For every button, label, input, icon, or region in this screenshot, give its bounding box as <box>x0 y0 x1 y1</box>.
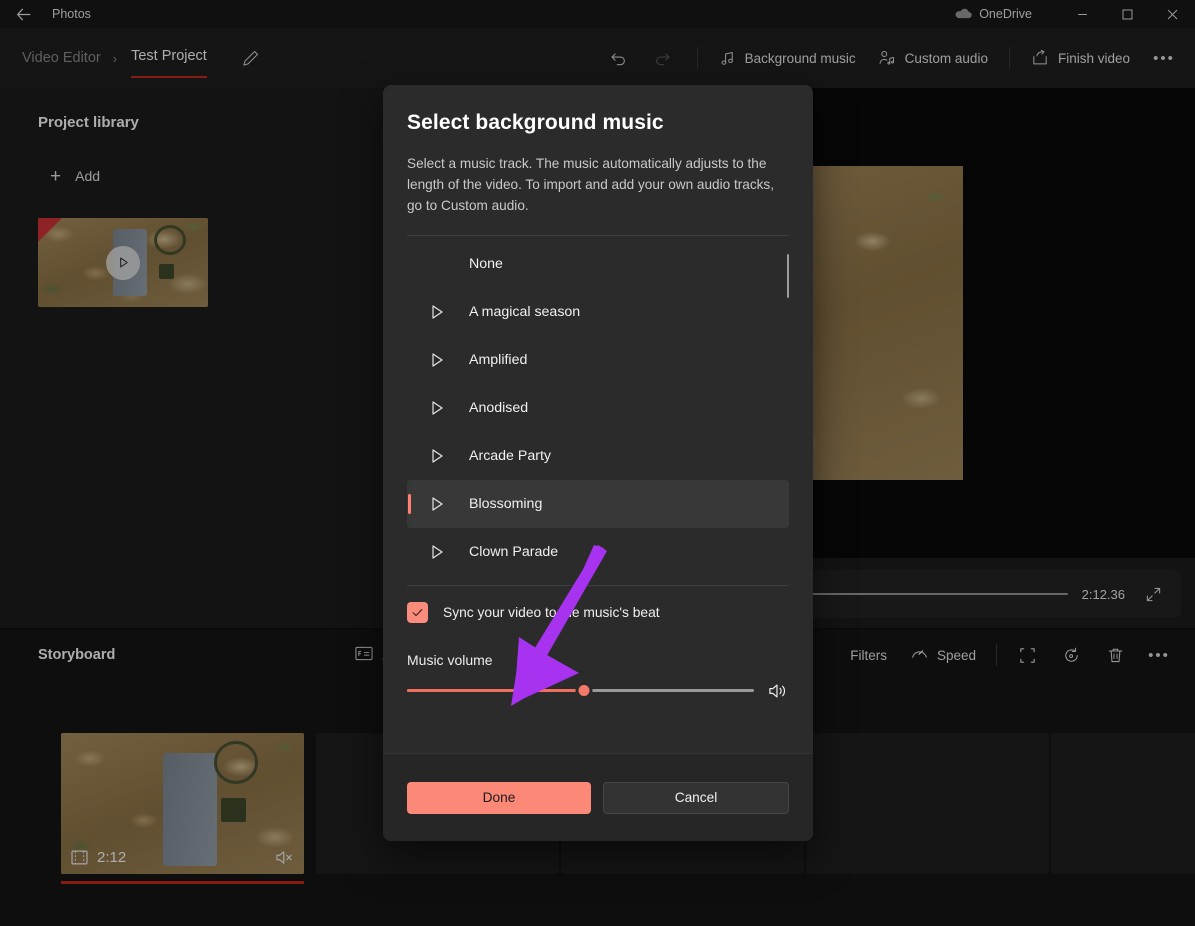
music-volume-slider[interactable] <box>407 680 754 702</box>
track-label: Amplified <box>469 352 527 368</box>
play-icon <box>429 400 445 416</box>
play-icon <box>429 352 445 368</box>
done-button[interactable]: Done <box>407 782 591 814</box>
play-icon <box>429 448 445 464</box>
play-icon <box>429 496 445 512</box>
track-label: None <box>469 256 503 272</box>
cancel-button[interactable]: Cancel <box>603 782 789 814</box>
track-label: Blossoming <box>469 496 542 512</box>
dialog-divider-top <box>407 235 789 236</box>
track-label: Anodised <box>469 400 528 416</box>
track-preview-button[interactable] <box>417 400 457 416</box>
sync-checkbox[interactable] <box>407 602 428 623</box>
track-label: A magical season <box>469 304 580 320</box>
dialog-body: Select background music Select a music t… <box>383 85 813 702</box>
checkmark-icon <box>411 606 424 619</box>
track-preview-button[interactable] <box>417 304 457 320</box>
track-preview-button[interactable] <box>417 496 457 512</box>
track-item-arcade-party[interactable]: Arcade Party <box>407 432 789 480</box>
dialog-description: Select a music track. The music automati… <box>407 153 789 217</box>
track-item-anodised[interactable]: Anodised <box>407 384 789 432</box>
sync-checkbox-label: Sync your video to the music's beat <box>443 605 660 620</box>
dialog-title: Select background music <box>407 111 789 135</box>
track-list-scrollbar[interactable] <box>787 244 789 581</box>
track-preview-button[interactable] <box>417 544 457 560</box>
volume-speaker-button[interactable] <box>768 682 789 700</box>
music-volume-label: Music volume <box>407 652 789 668</box>
track-label: Arcade Party <box>469 448 551 464</box>
photos-video-editor-window: Photos OneDrive Video Edi <box>0 0 1195 926</box>
selected-accent-bar <box>408 494 411 514</box>
volume-thumb-dot <box>578 685 589 696</box>
speaker-on-icon <box>768 682 789 700</box>
track-preview-button[interactable] <box>417 448 457 464</box>
select-background-music-dialog: Select background music Select a music t… <box>383 85 813 841</box>
sync-to-beat-row[interactable]: Sync your video to the music's beat <box>407 586 789 640</box>
track-item-blossoming[interactable]: Blossoming <box>407 480 789 528</box>
music-track-list[interactable]: None A magical season Amplified <box>407 240 789 585</box>
play-icon <box>429 544 445 560</box>
music-volume-row <box>407 680 789 702</box>
volume-fill <box>407 689 584 693</box>
volume-thumb[interactable] <box>575 682 592 699</box>
track-preview-button[interactable] <box>417 352 457 368</box>
track-item-clown-parade[interactable]: Clown Parade <box>407 528 789 576</box>
track-item-a-magical-season[interactable]: A magical season <box>407 288 789 336</box>
scrollbar-thumb[interactable] <box>787 254 790 298</box>
dialog-footer: Done Cancel <box>383 753 813 841</box>
track-item-none[interactable]: None <box>407 240 789 288</box>
track-item-amplified[interactable]: Amplified <box>407 336 789 384</box>
play-icon <box>429 304 445 320</box>
track-label: Clown Parade <box>469 544 558 560</box>
